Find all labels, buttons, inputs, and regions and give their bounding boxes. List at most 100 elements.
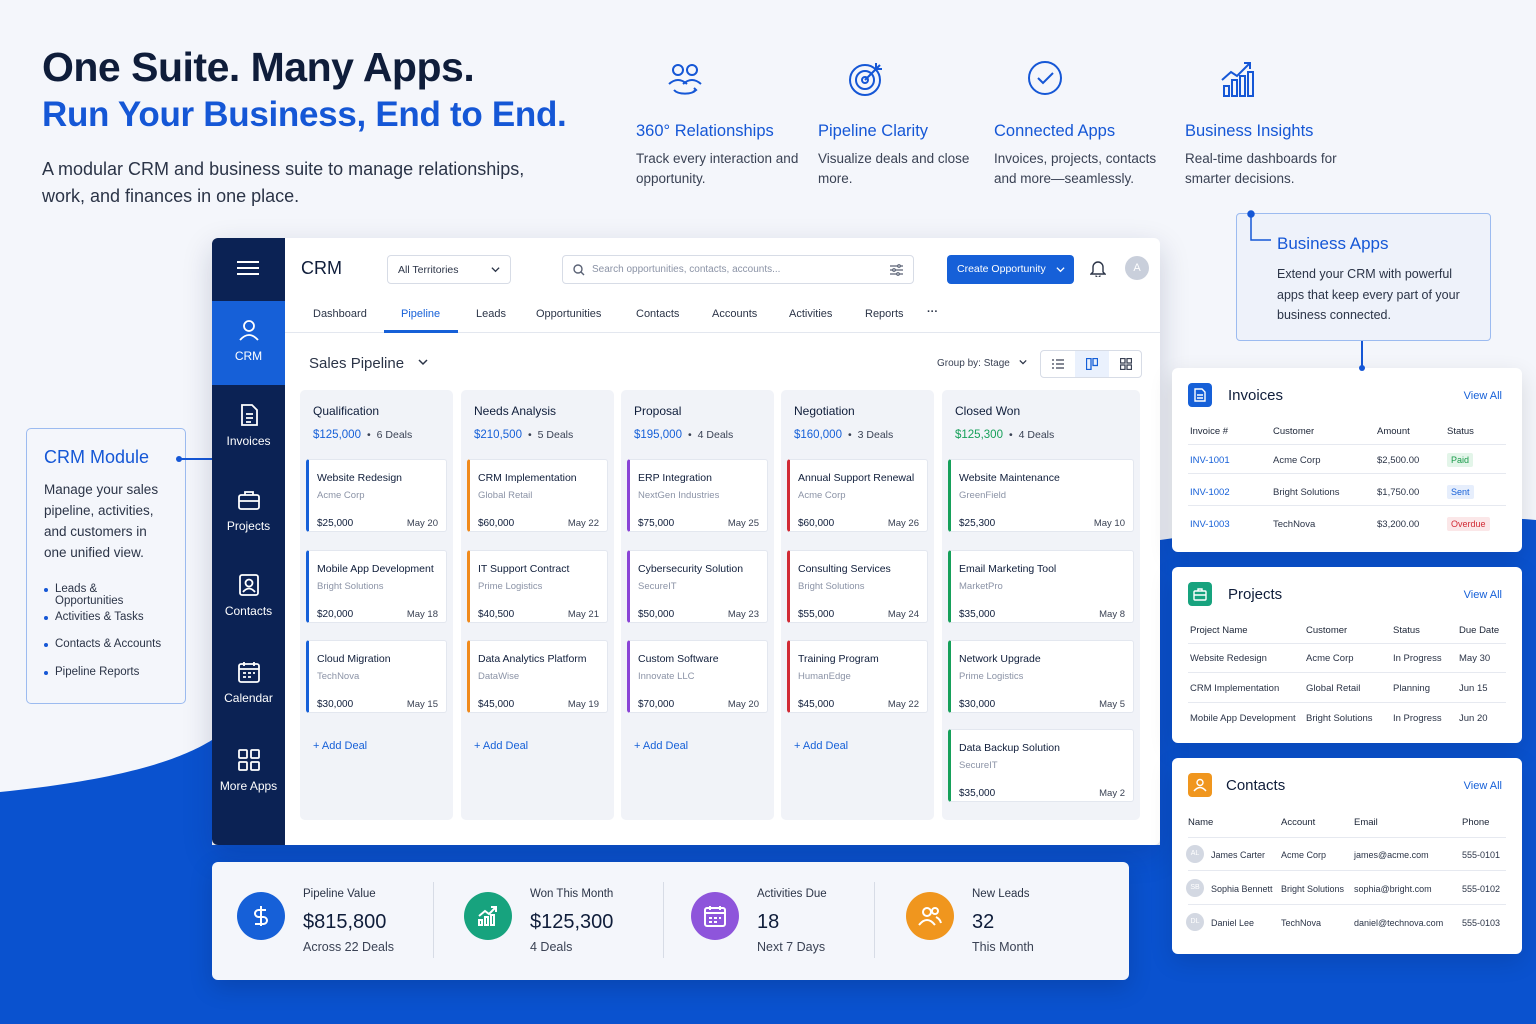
more-tabs-button[interactable]: ··· bbox=[927, 306, 938, 318]
invoice-amount: $3,200.00 bbox=[1377, 519, 1420, 530]
sidebar-item-more-apps[interactable]: More Apps bbox=[212, 731, 285, 815]
invoices-panel: Invoices View All Invoice # Customer Amo… bbox=[1172, 368, 1522, 552]
project-customer: Acme Corp bbox=[1306, 653, 1354, 664]
deal-company: Global Retail bbox=[478, 490, 533, 501]
search-icon bbox=[573, 264, 585, 276]
column-deal-count: 3 Deals bbox=[857, 429, 894, 441]
sidebar-item-calendar[interactable]: Calendar bbox=[212, 643, 285, 727]
kpi-label: Pipeline Value bbox=[303, 888, 376, 900]
group-by-select[interactable]: Group by: Stage bbox=[937, 358, 1027, 369]
list-icon bbox=[1052, 359, 1064, 369]
tab-opportunities[interactable]: Opportunities bbox=[536, 308, 601, 320]
view-all-link[interactable]: View All bbox=[1464, 589, 1502, 601]
project-name[interactable]: Mobile App Development bbox=[1190, 713, 1296, 724]
filter-icon[interactable] bbox=[890, 264, 903, 276]
kanban-view-button[interactable] bbox=[1075, 351, 1109, 377]
check-circle-icon bbox=[1028, 61, 1062, 95]
tab-activities[interactable]: Activities bbox=[789, 308, 832, 320]
contact-phone: 555-0102 bbox=[1462, 884, 1501, 894]
deal-card[interactable]: Website Maintenance GreenField $25,300 May … bbox=[948, 459, 1134, 532]
pipeline-title[interactable]: Sales Pipeline bbox=[309, 355, 428, 372]
column-header: Account bbox=[1281, 817, 1316, 828]
sidebar-item-crm[interactable]: CRM bbox=[212, 301, 285, 385]
deal-card[interactable]: Network Upgrade Prime Logistics $30,000 May… bbox=[948, 640, 1134, 713]
deal-card[interactable]: Website Redesign Acme Corp $25,000 May 20 bbox=[306, 459, 447, 532]
tab-accounts[interactable]: Accounts bbox=[712, 308, 757, 320]
sidebar-item-projects[interactable]: Projects bbox=[212, 471, 285, 555]
deal-value: $45,000 bbox=[478, 699, 515, 710]
deal-value: $55,000 bbox=[798, 609, 835, 620]
deal-date: May 19 bbox=[567, 699, 599, 710]
deal-card[interactable]: Mobile App Development Bright Solutions $2… bbox=[306, 550, 447, 623]
tab-leads[interactable]: Leads bbox=[476, 308, 506, 320]
contact-name[interactable]: James Carter bbox=[1211, 850, 1265, 860]
invoice-id-link[interactable]: INV-1002 bbox=[1190, 487, 1230, 498]
view-all-link[interactable]: View All bbox=[1464, 780, 1502, 792]
project-due-date: Jun 20 bbox=[1459, 713, 1488, 724]
contact-email[interactable]: sophia@bright.com bbox=[1354, 884, 1432, 894]
column-deal-count: 4 Deals bbox=[697, 429, 734, 441]
hamburger-menu-icon[interactable] bbox=[237, 260, 259, 276]
deal-card[interactable]: Cloud Migration TechNova $30,000 May 15 bbox=[306, 640, 447, 713]
tab-pipeline[interactable]: Pipeline bbox=[401, 308, 440, 320]
contact-name[interactable]: Sophia Bennett bbox=[1211, 884, 1273, 894]
sidebar-item-contacts[interactable]: Contacts bbox=[212, 556, 285, 640]
deal-title: Annual Support Renewal bbox=[798, 472, 915, 484]
deal-company: NextGen Industries bbox=[638, 490, 720, 501]
connector-line bbox=[180, 458, 212, 460]
column-amount: $195,000 bbox=[634, 429, 682, 441]
grid-view-button[interactable] bbox=[1109, 351, 1143, 377]
add-deal-button[interactable]: + Add Deal bbox=[313, 740, 367, 752]
invoice-id-link[interactable]: INV-1003 bbox=[1190, 519, 1230, 530]
sidebar-item-invoices[interactable]: Invoices bbox=[212, 386, 285, 470]
bell-icon[interactable] bbox=[1090, 259, 1106, 277]
deal-company: Bright Solutions bbox=[798, 581, 865, 592]
invoice-id-link[interactable]: INV-1001 bbox=[1190, 455, 1230, 466]
territory-select[interactable]: All Territories bbox=[387, 255, 511, 284]
column-title: Needs Analysis bbox=[474, 404, 557, 418]
deal-card[interactable]: CRM Implementation Global Retail $60,000 Ma… bbox=[467, 459, 608, 532]
active-tab-indicator bbox=[384, 330, 458, 333]
deal-value: $25,000 bbox=[317, 518, 354, 529]
list-view-button[interactable] bbox=[1041, 351, 1075, 377]
column-header: Name bbox=[1188, 817, 1214, 828]
tab-reports[interactable]: Reports bbox=[865, 308, 904, 320]
deal-card[interactable]: Annual Support Renewal Acme Corp $60,000 Ma… bbox=[787, 459, 928, 532]
add-deal-button[interactable]: + Add Deal bbox=[794, 740, 848, 752]
project-name[interactable]: Website Redesign bbox=[1190, 653, 1267, 664]
deal-date: May 22 bbox=[567, 518, 599, 529]
contact-name[interactable]: Daniel Lee bbox=[1211, 918, 1254, 928]
deal-card[interactable]: Data Analytics Platform DataWise $45,000 Ma… bbox=[467, 640, 608, 713]
add-deal-button[interactable]: + Add Deal bbox=[474, 740, 528, 752]
deal-card[interactable]: Consulting Services Bright Solutions $55,0… bbox=[787, 550, 928, 623]
tab-bar: Dashboard Pipeline Leads Opportunities C… bbox=[285, 300, 1160, 333]
search-input[interactable]: Search opportunities, contacts, accounts… bbox=[562, 255, 914, 284]
add-deal-button[interactable]: + Add Deal bbox=[634, 740, 688, 752]
deal-card[interactable]: Cybersecurity Solution SecureIT $50,000 May… bbox=[627, 550, 768, 623]
list-item: Pipeline Reports bbox=[44, 666, 168, 694]
deal-card[interactable]: Custom Software Innovate LLC $70,000 May 20 bbox=[627, 640, 768, 713]
contact-email[interactable]: daniel@technova.com bbox=[1354, 918, 1443, 928]
kpi-label: Won This Month bbox=[530, 888, 614, 900]
deal-card[interactable]: ERP Integration NextGen Industries $75,000… bbox=[627, 459, 768, 532]
list-item: Contacts & Accounts bbox=[44, 638, 168, 666]
deal-title: Network Upgrade bbox=[959, 653, 1041, 665]
deal-card[interactable]: IT Support Contract Prime Logistics $40,50… bbox=[467, 550, 608, 623]
deal-card[interactable]: Training Program HumanEdge $45,000 May 22 bbox=[787, 640, 928, 713]
view-all-link[interactable]: View All bbox=[1464, 390, 1502, 402]
deal-date: May 20 bbox=[727, 699, 759, 710]
create-opportunity-label: Create Opportunity bbox=[957, 263, 1046, 275]
tab-contacts[interactable]: Contacts bbox=[636, 308, 679, 320]
contact-email[interactable]: james@acme.com bbox=[1354, 850, 1429, 860]
tab-dashboard[interactable]: Dashboard bbox=[313, 308, 367, 320]
deal-card[interactable]: Email Marketing Tool MarketPro $35,000 May … bbox=[948, 550, 1134, 623]
project-name[interactable]: CRM Implementation bbox=[1190, 683, 1279, 694]
project-due-date: Jun 15 bbox=[1459, 683, 1488, 694]
callout-description: Extend your CRM with powerful apps that … bbox=[1277, 267, 1460, 322]
deal-card[interactable]: Data Backup Solution SecureIT $35,000 May 2 bbox=[948, 729, 1134, 802]
divider bbox=[1188, 505, 1506, 506]
create-opportunity-button[interactable]: Create Opportunity bbox=[947, 255, 1074, 284]
kpi-icon-circle bbox=[691, 892, 739, 940]
user-avatar[interactable]: A bbox=[1125, 256, 1149, 280]
deal-date: May 23 bbox=[727, 609, 759, 620]
